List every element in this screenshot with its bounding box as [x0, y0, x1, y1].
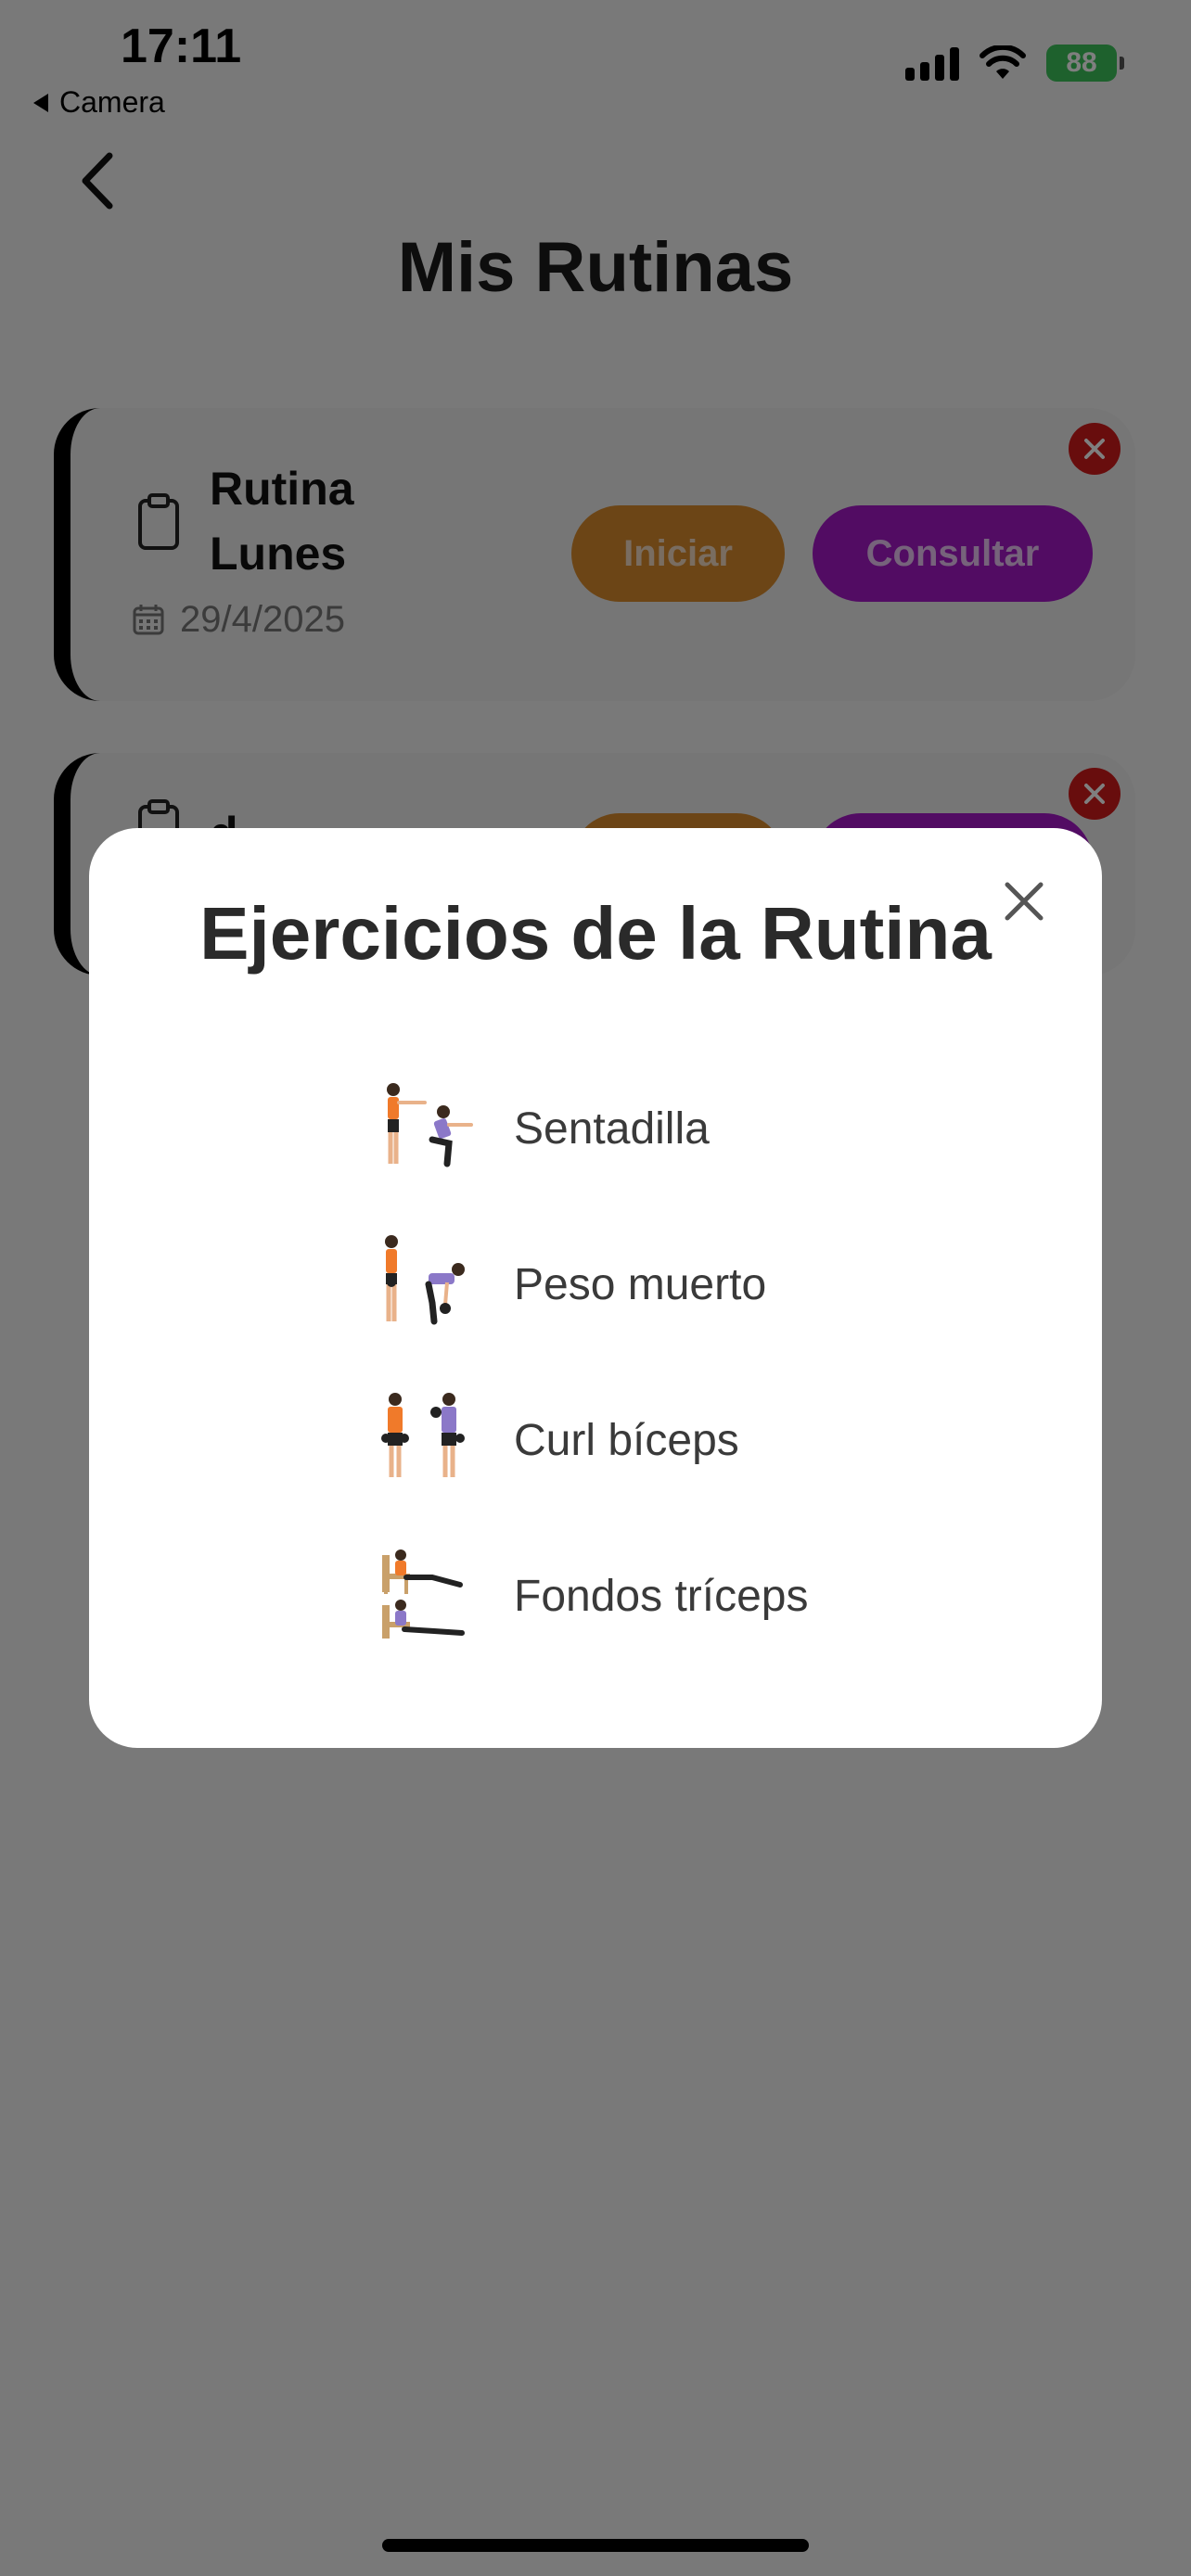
- close-icon[interactable]: [1002, 879, 1046, 924]
- exercise-name: Peso muerto: [514, 1259, 767, 1309]
- exercise-name: Fondos tríceps: [514, 1571, 809, 1621]
- deadlift-icon: [385, 1235, 465, 1325]
- list-item: Sentadilla: [367, 1051, 1017, 1206]
- bicep-curl-icon: [381, 1393, 465, 1477]
- exercise-list: Sentadilla Peso muerto Curl bíceps Fondo…: [367, 1051, 1017, 1674]
- list-item: Peso muerto: [367, 1206, 1017, 1362]
- exercise-name: Sentadilla: [514, 1103, 710, 1154]
- modal-title: Ejercicios de la Rutina: [199, 892, 992, 975]
- exercises-modal: Ejercicios de la Rutina Sentadilla Peso …: [89, 828, 1102, 1748]
- home-indicator[interactable]: [382, 2539, 809, 2552]
- squat-icon: [387, 1083, 473, 1167]
- list-item: Fondos tríceps: [367, 1518, 1017, 1674]
- exercise-name: Curl bíceps: [514, 1415, 739, 1465]
- list-item: Curl bíceps: [367, 1362, 1017, 1518]
- tricep-dips-icon: [382, 1549, 465, 1639]
